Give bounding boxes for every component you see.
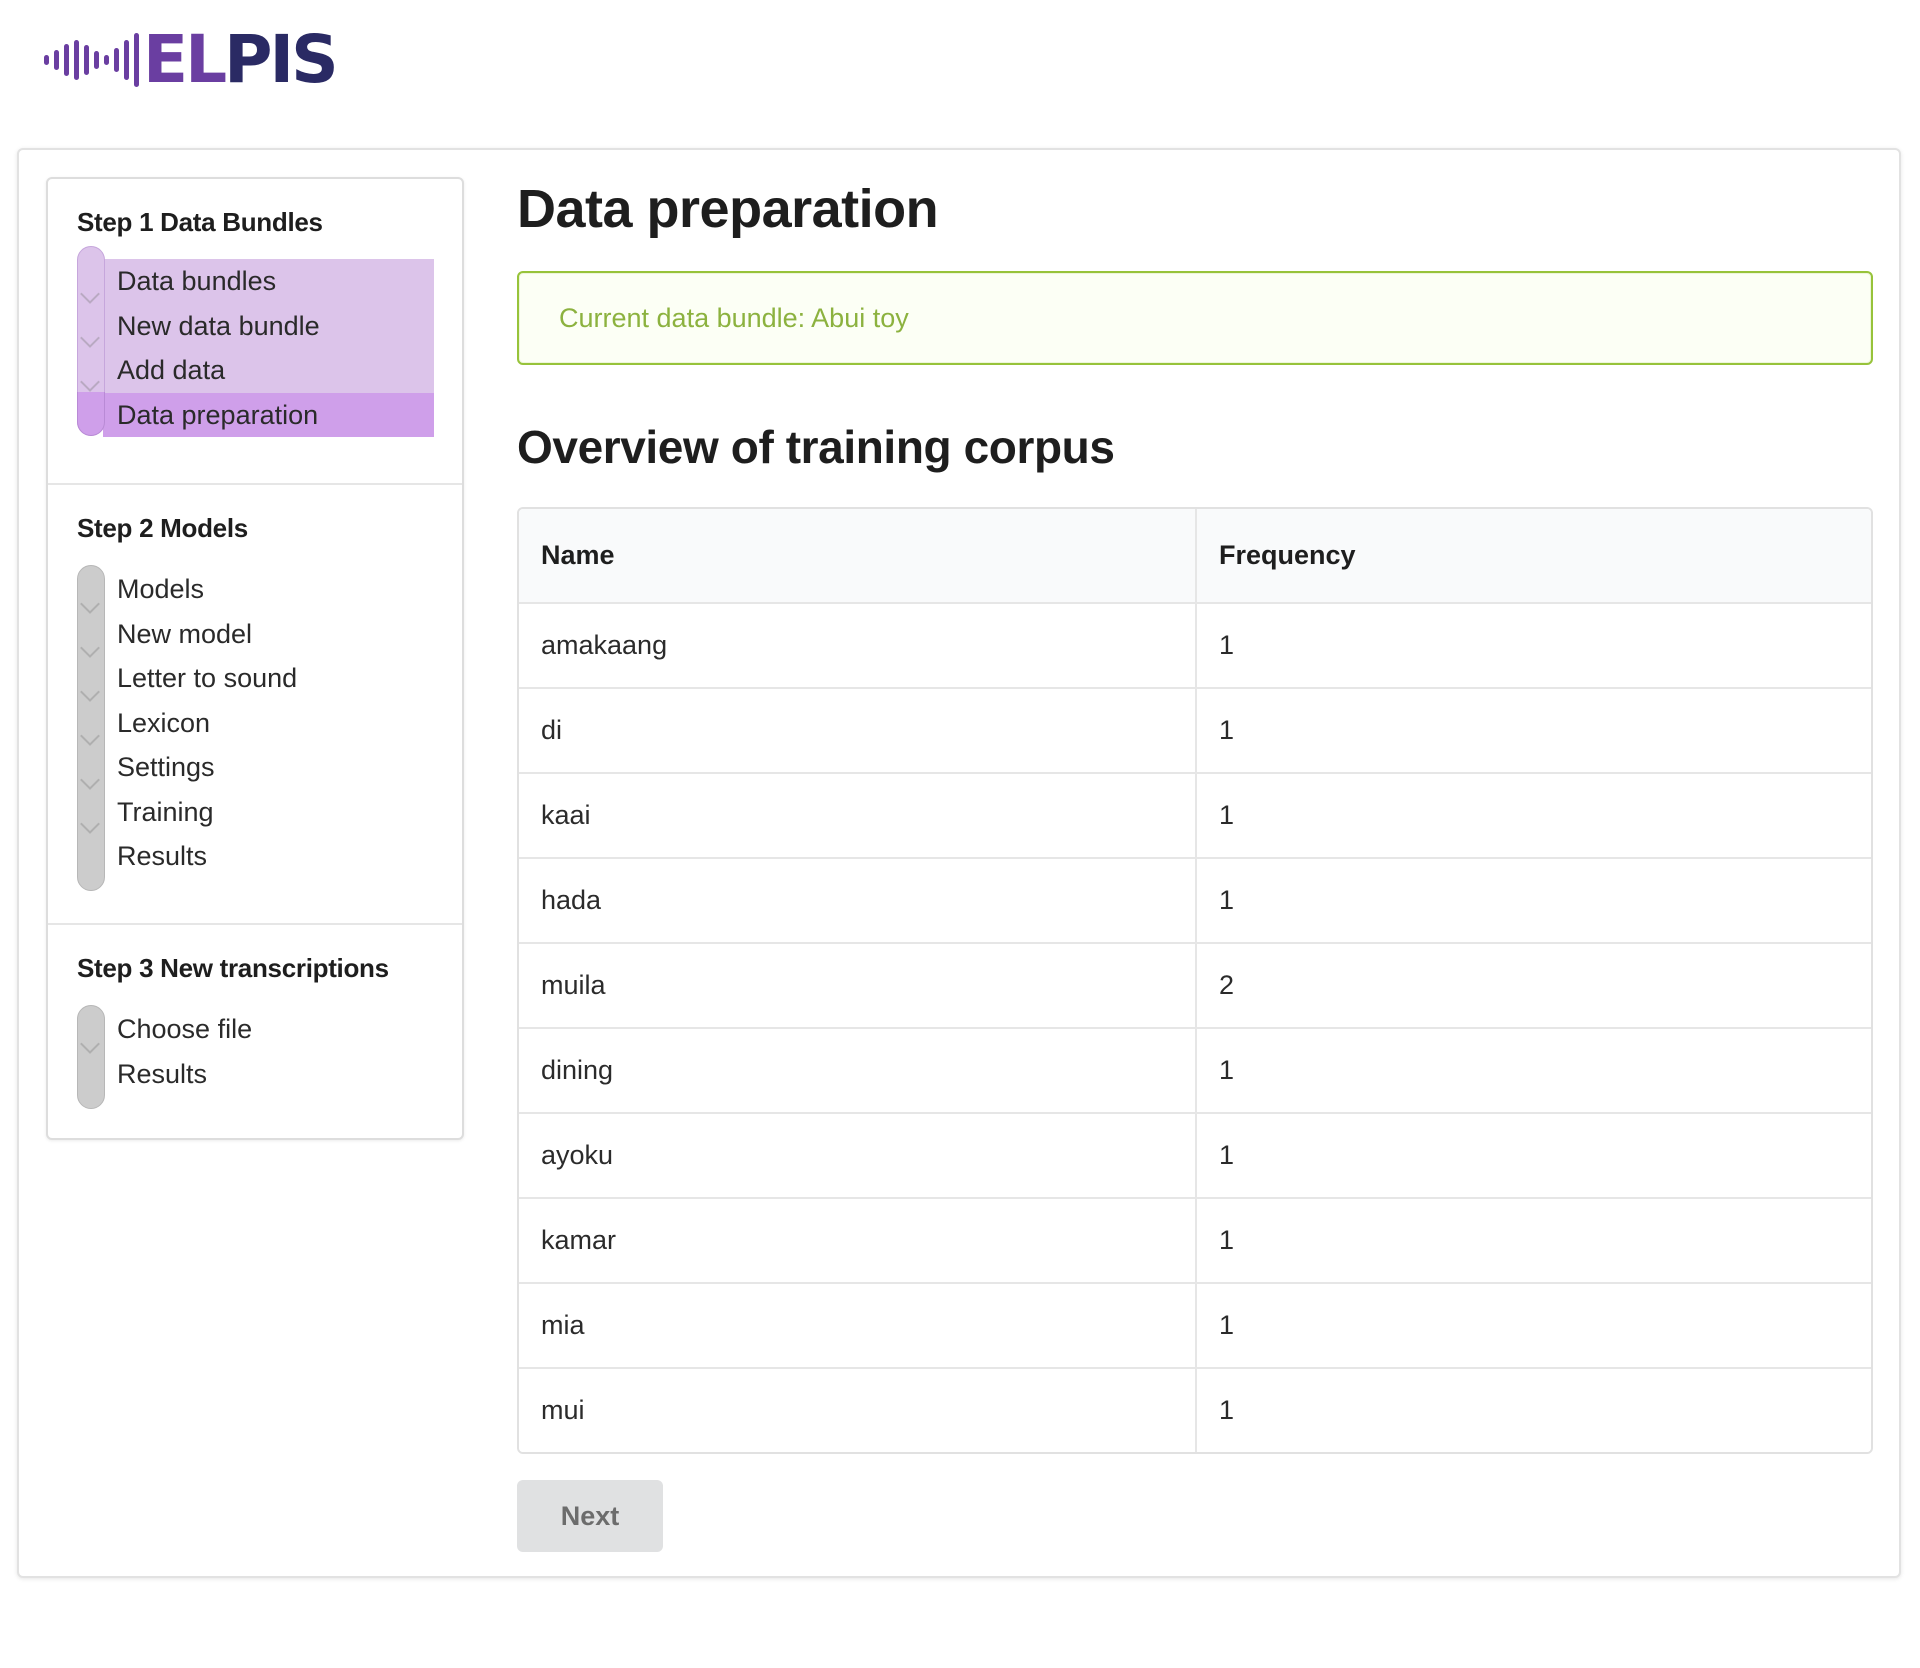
notice-text: Current data bundle: Abui toy xyxy=(559,303,909,333)
logo-text-secondary: PIS xyxy=(224,21,338,98)
cell-frequency: 1 xyxy=(1219,800,1235,830)
cell-frequency: 1 xyxy=(1219,630,1235,660)
step-group-1: Step 1 Data Bundles Data bundles New dat… xyxy=(48,179,462,485)
step-list: Data bundles New data bundle Add data Da… xyxy=(77,246,434,437)
next-button[interactable]: Next xyxy=(517,1480,663,1552)
table-row: ayoku 1 xyxy=(519,1112,1871,1197)
table-header-row: Name Frequency xyxy=(519,509,1871,602)
step-title: Step 1 Data Bundles xyxy=(77,207,323,237)
table-row: kamar 1 xyxy=(519,1197,1871,1282)
column-header-frequency[interactable]: Frequency xyxy=(1197,509,1871,602)
main-card: Step 1 Data Bundles Data bundles New dat… xyxy=(17,148,1901,1578)
cell-name: di xyxy=(519,689,1197,772)
cell-frequency: 1 xyxy=(1219,885,1235,915)
step-item-label: Results xyxy=(117,1058,208,1089)
table-row: kaai 1 xyxy=(519,772,1871,857)
step-group-2: Step 2 Models Models New model Letter to… xyxy=(48,485,462,925)
step-item-add-data[interactable]: Add data xyxy=(103,348,434,393)
step-item-label: Data preparation xyxy=(117,399,319,430)
step-list: Models New model Letter to sound Lexicon… xyxy=(77,565,434,891)
cell-name: dining xyxy=(519,1029,1197,1112)
cell-frequency: 1 xyxy=(1219,1395,1235,1425)
step-item-training[interactable]: Training xyxy=(77,790,434,835)
cell-frequency: 2 xyxy=(1219,970,1235,1000)
step-item-label: Data bundles xyxy=(117,266,277,296)
step-title: Step 2 Models xyxy=(77,513,248,543)
cell-frequency: 1 xyxy=(1219,715,1235,745)
elpis-logo[interactable]: ELPIS xyxy=(44,26,339,94)
waveform-icon xyxy=(44,33,139,87)
table-row: muila 2 xyxy=(519,942,1871,1027)
section-title: Overview of training corpus xyxy=(517,421,1115,473)
cell-name: mia xyxy=(519,1284,1197,1367)
step-item-choose-file[interactable]: Choose file xyxy=(77,1007,434,1052)
cell-frequency: 1 xyxy=(1219,1055,1235,1085)
step-sidebar: Step 1 Data Bundles Data bundles New dat… xyxy=(46,177,464,1140)
cell-frequency: 1 xyxy=(1219,1310,1235,1340)
step-progress-active xyxy=(77,392,105,436)
step-item-label: Add data xyxy=(117,355,226,385)
step-list: Choose file Results xyxy=(77,1005,434,1109)
step-group-3: Step 3 New transcriptions Choose file Re… xyxy=(48,925,462,1140)
step-title: Step 3 New transcriptions xyxy=(77,953,389,983)
cell-name: amakaang xyxy=(519,604,1197,687)
step-item-label: Results xyxy=(117,841,208,871)
step-item-letter-to-sound[interactable]: Letter to sound xyxy=(77,656,434,701)
logo-text-primary: EL xyxy=(143,21,227,98)
step-item-data-bundles[interactable]: Data bundles xyxy=(103,259,434,304)
step-item-models[interactable]: Models xyxy=(77,567,434,612)
step-item-label: Letter to sound xyxy=(117,663,298,693)
step-item-label: New model xyxy=(117,618,253,649)
step-item-label: Choose file xyxy=(117,1014,253,1044)
step-item-label: Lexicon xyxy=(117,707,211,738)
cell-frequency: 1 xyxy=(1219,1225,1235,1255)
table-row: di 1 xyxy=(519,687,1871,772)
cell-frequency: 1 xyxy=(1219,1140,1235,1170)
cell-name: hada xyxy=(519,859,1197,942)
current-bundle-notice: Current data bundle: Abui toy xyxy=(517,271,1873,365)
table-row: dining 1 xyxy=(519,1027,1871,1112)
step-item-new-model[interactable]: New model xyxy=(77,612,434,657)
cell-name: muila xyxy=(519,944,1197,1027)
cell-name: kamar xyxy=(519,1199,1197,1282)
step-item-results[interactable]: Results xyxy=(77,1052,434,1097)
cell-name: mui xyxy=(519,1369,1197,1452)
step-item-label: Training xyxy=(117,796,214,827)
table-row: mia 1 xyxy=(519,1282,1871,1367)
cell-name: ayoku xyxy=(519,1114,1197,1197)
step-item-lexicon[interactable]: Lexicon xyxy=(77,701,434,746)
step-item-label: New data bundle xyxy=(117,310,320,341)
table-row: amakaang 1 xyxy=(519,602,1871,687)
cell-name: kaai xyxy=(519,774,1197,857)
step-item-settings[interactable]: Settings xyxy=(77,745,434,790)
page-title: Data preparation xyxy=(517,179,939,239)
table-row: mui 1 xyxy=(519,1367,1871,1452)
logo-wordmark: ELPIS xyxy=(143,27,339,93)
step-item-label: Models xyxy=(117,574,205,604)
column-header-name[interactable]: Name xyxy=(519,509,1197,602)
step-item-label: Settings xyxy=(117,752,215,782)
step-item-data-preparation[interactable]: Data preparation xyxy=(103,392,434,437)
step-item-results[interactable]: Results xyxy=(77,834,434,879)
step-item-new-data-bundle[interactable]: New data bundle xyxy=(103,303,434,348)
corpus-table: Name Frequency amakaang 1 di 1 kaai 1 ha… xyxy=(517,507,1873,1454)
table-row: hada 1 xyxy=(519,857,1871,942)
